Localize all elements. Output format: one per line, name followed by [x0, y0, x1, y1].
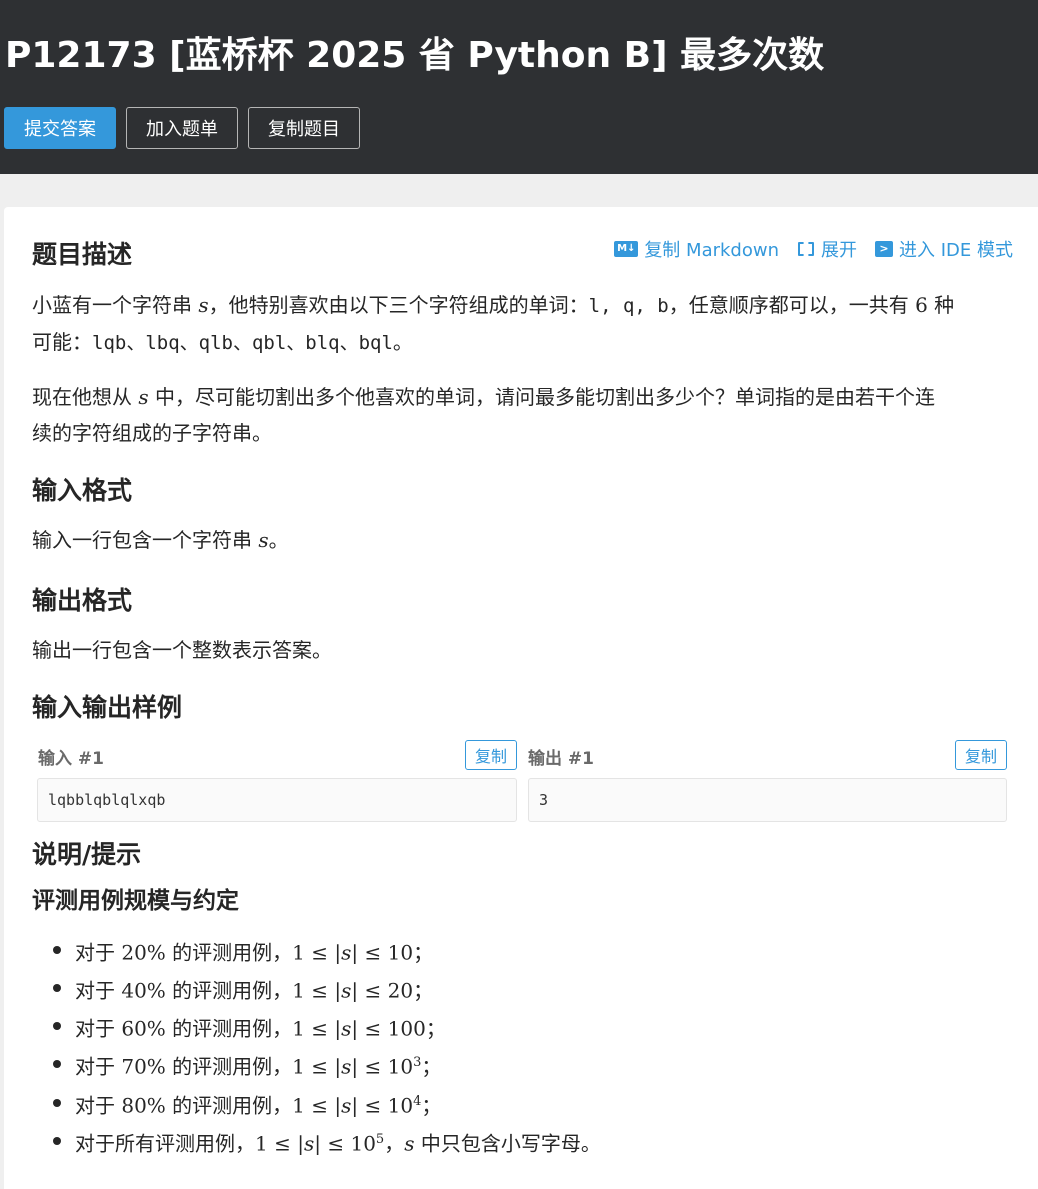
ide-mode-label: 进入 IDE 模式: [899, 240, 1013, 261]
output-format-title: 输出格式: [32, 586, 133, 615]
ide-mode-link[interactable]: > 进入 IDE 模式: [875, 236, 1013, 262]
samples-title: 输入输出样例: [32, 693, 183, 722]
terminal-icon: >: [875, 241, 893, 257]
problem-toolbar: M↓ 复制 Markdown 展开 > 进入 IDE 模式: [614, 236, 1013, 262]
limit-item: 对于 40% 的评测用例，1 ≤ |s| ≤ 20；: [51, 970, 601, 1008]
output-format-text: 输出一行包含一个整数表示答案。: [32, 638, 332, 662]
sample-output-box[interactable]: 3: [528, 778, 1007, 822]
scale-title: 评测用例规模与约定: [32, 888, 239, 914]
description-paragraph-1: 小蓝有一个字符串 s，他特别喜欢由以下三个字符组成的单词：l, q, b，任意顺…: [32, 293, 955, 354]
copy-input-button[interactable]: 复制: [465, 740, 517, 770]
add-to-list-button[interactable]: 加入题单: [126, 107, 238, 149]
hint-title: 说明/提示: [32, 840, 142, 869]
expand-label: 展开: [821, 240, 857, 261]
copy-markdown-label: 复制 Markdown: [644, 240, 779, 261]
copy-markdown-link[interactable]: M↓ 复制 Markdown: [614, 236, 779, 262]
description-paragraph-2: 现在他想从 s 中，尽可能切割出多个他喜欢的单词，请问最多能切割出多少个？单词指…: [32, 385, 935, 445]
copy-problem-button[interactable]: 复制题目: [248, 107, 360, 149]
limit-item: 对于 20% 的评测用例，1 ≤ |s| ≤ 10；: [51, 932, 601, 970]
copy-output-button[interactable]: 复制: [955, 740, 1007, 770]
sample-input-box[interactable]: lqbblqblqlxqb: [37, 778, 517, 822]
limit-item: 对于 70% 的评测用例，1 ≤ |s| ≤ 103；: [51, 1046, 601, 1084]
description-title: 题目描述: [32, 240, 133, 269]
expand-link[interactable]: 展开: [797, 236, 857, 262]
limit-item: 对于 80% 的评测用例，1 ≤ |s| ≤ 104；: [51, 1085, 601, 1123]
limits-list: 对于 20% 的评测用例，1 ≤ |s| ≤ 10； 对于 40% 的评测用例，…: [51, 932, 601, 1161]
limit-item: 对于所有评测用例，1 ≤ |s| ≤ 105，s 中只包含小写字母。: [51, 1123, 601, 1161]
sample-input-label: 输入 #1: [38, 749, 104, 769]
submit-answer-button[interactable]: 提交答案: [4, 107, 116, 149]
input-format-title: 输入格式: [32, 476, 133, 505]
markdown-icon: M↓: [614, 241, 639, 257]
sample-output-label: 输出 #1: [528, 749, 594, 769]
limit-item: 对于 60% 的评测用例，1 ≤ |s| ≤ 100；: [51, 1008, 601, 1046]
input-format-text: 输入一行包含一个字符串 s。: [32, 528, 289, 552]
problem-header: P12173 [蓝桥杯 2025 省 Python B] 最多次数 提交答案 加…: [0, 0, 1038, 174]
header-actions: 提交答案 加入题单 复制题目: [4, 107, 360, 149]
problem-card: 题目描述 M↓ 复制 Markdown 展开 > 进入 IDE 模式 小蓝有一个…: [4, 207, 1038, 1189]
expand-icon: [797, 241, 815, 257]
page-title: P12173 [蓝桥杯 2025 省 Python B] 最多次数: [5, 35, 825, 76]
